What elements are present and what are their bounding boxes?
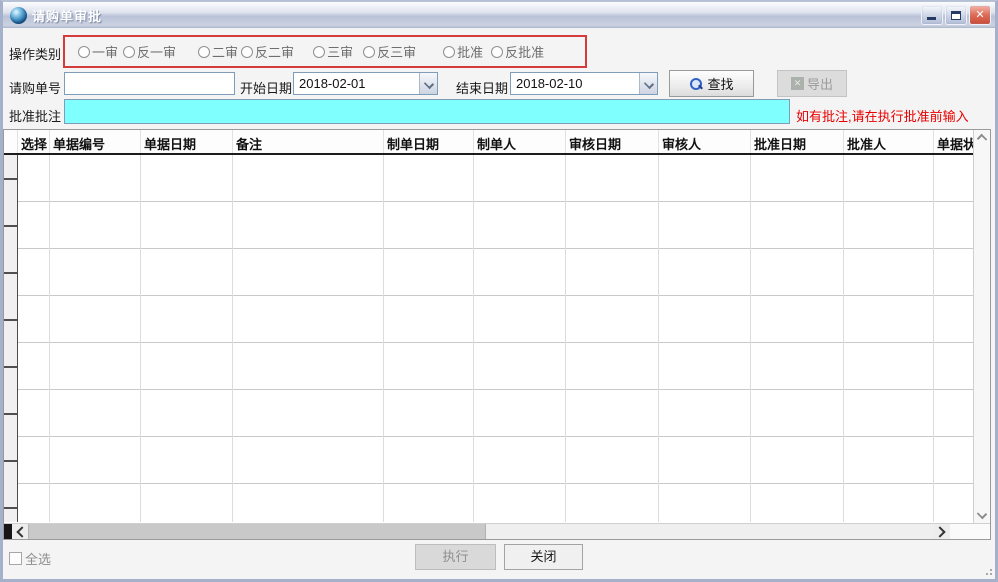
vertical-scrollbar[interactable] — [973, 130, 990, 523]
table-body[interactable] — [4, 155, 990, 522]
column-header-remark[interactable]: 备注 — [233, 130, 384, 153]
column-header-doc-no[interactable]: 单据编号 — [50, 130, 141, 153]
minimize-button[interactable] — [921, 5, 943, 25]
column-header-create-date[interactable]: 制单日期 — [384, 130, 474, 153]
column-remark — [233, 155, 384, 522]
close-button[interactable]: ✕ — [969, 5, 991, 25]
radio-second-audit[interactable]: 二审 — [198, 42, 238, 61]
end-date-value: 2018-02-10 — [511, 76, 639, 91]
column-select — [18, 155, 50, 522]
radio-undo-third-audit[interactable]: 反三审 — [363, 42, 416, 61]
title-bar[interactable]: 请购单审批 ✕ — [3, 2, 995, 28]
radio-third-audit[interactable]: 三审 — [313, 42, 353, 61]
export-button[interactable]: ✕ 导出 — [777, 70, 847, 97]
column-header-audit-date[interactable]: 审核日期 — [566, 130, 659, 153]
column-approve-date — [751, 155, 844, 522]
start-date-value: 2018-02-01 — [294, 76, 419, 91]
column-header-approve-date[interactable]: 批准日期 — [751, 130, 844, 153]
column-auditor — [659, 155, 751, 522]
scroll-left-icon[interactable] — [12, 524, 28, 539]
minimize-icon — [927, 17, 936, 20]
column-audit-date — [566, 155, 659, 522]
window-title: 请购单审批 — [32, 6, 102, 25]
dialog-content: 操作类别 一审 反一审 二审 反二审 三审 — [3, 28, 995, 578]
radio-icon — [363, 46, 375, 58]
order-no-label: 请购单号 — [9, 78, 61, 97]
operation-type-label: 操作类别 — [9, 44, 61, 63]
close-dialog-button[interactable]: 关闭 — [504, 544, 583, 570]
radio-icon — [443, 46, 455, 58]
chevron-down-icon[interactable] — [419, 73, 437, 94]
close-icon: ✕ — [975, 9, 984, 21]
order-no-input[interactable] — [64, 72, 235, 95]
column-doc-no — [50, 155, 141, 522]
comment-label: 批准批注 — [9, 106, 61, 125]
scroll-right-icon[interactable] — [934, 524, 950, 539]
radio-icon — [78, 46, 90, 58]
horizontal-scrollbar-track[interactable] — [486, 524, 934, 539]
radio-icon — [313, 46, 325, 58]
radio-icon — [123, 46, 135, 58]
comment-hint-text: 如有批注,请在执行批准前输入 — [796, 106, 969, 125]
end-date-combobox[interactable]: 2018-02-10 — [510, 72, 658, 95]
row-header-corner — [4, 130, 18, 153]
chevron-down-icon[interactable] — [639, 73, 657, 94]
start-date-label: 开始日期 — [240, 78, 292, 97]
column-header-auditor[interactable]: 审核人 — [659, 130, 751, 153]
radio-icon — [491, 46, 503, 58]
search-button[interactable]: 查找 — [669, 70, 754, 97]
horizontal-scrollbar-thumb[interactable] — [28, 524, 486, 539]
comment-input[interactable] — [64, 99, 790, 124]
column-creator — [474, 155, 566, 522]
column-doc-date — [141, 155, 233, 522]
excel-export-icon: ✕ — [791, 77, 804, 90]
documents-table: 选择 单据编号 单据日期 备注 制单日期 制单人 审核日期 审核人 批准日期 批… — [3, 129, 991, 540]
scrollbar-corner-block — [4, 524, 12, 539]
row-header-column — [4, 155, 18, 522]
resize-grip[interactable] — [981, 564, 993, 576]
footer-bar: 全选 执行 关闭 — [3, 540, 995, 578]
end-date-label: 结束日期 — [456, 78, 508, 97]
scrollbar-end-cap — [950, 524, 990, 539]
column-header-select[interactable]: 选择 — [18, 130, 50, 153]
app-globe-icon — [10, 7, 27, 24]
horizontal-scrollbar[interactable] — [4, 523, 990, 539]
maximize-icon — [951, 11, 961, 20]
execute-button[interactable]: 执行 — [415, 544, 496, 570]
search-icon — [689, 77, 703, 91]
column-header-approver[interactable]: 批准人 — [844, 130, 934, 153]
table-header-row: 选择 单据编号 单据日期 备注 制单日期 制单人 审核日期 审核人 批准日期 批… — [4, 130, 990, 155]
window-controls: ✕ — [921, 5, 991, 25]
scroll-down-icon[interactable] — [977, 509, 987, 519]
column-header-doc-date[interactable]: 单据日期 — [141, 130, 233, 153]
select-all-checkbox[interactable]: 全选 — [9, 549, 51, 568]
column-header-creator[interactable]: 制单人 — [474, 130, 566, 153]
start-date-combobox[interactable]: 2018-02-01 — [293, 72, 438, 95]
radio-undo-second-audit[interactable]: 反二审 — [241, 42, 294, 61]
radio-icon — [198, 46, 210, 58]
column-create-date — [384, 155, 474, 522]
scroll-up-icon[interactable] — [977, 134, 987, 144]
column-approver — [844, 155, 934, 522]
radio-undo-approve[interactable]: 反批准 — [491, 42, 544, 61]
radio-approve[interactable]: 批准 — [443, 42, 483, 61]
checkbox-icon — [9, 552, 22, 565]
operation-type-group: 一审 反一审 二审 反二审 三审 反三审 — [63, 35, 587, 68]
maximize-button[interactable] — [945, 5, 967, 25]
radio-undo-first-audit[interactable]: 反一审 — [123, 42, 176, 61]
radio-first-audit[interactable]: 一审 — [78, 42, 118, 61]
radio-icon — [241, 46, 253, 58]
dialog-window: 请购单审批 ✕ 操作类别 一审 反一审 二审 反二审 — [0, 0, 998, 582]
